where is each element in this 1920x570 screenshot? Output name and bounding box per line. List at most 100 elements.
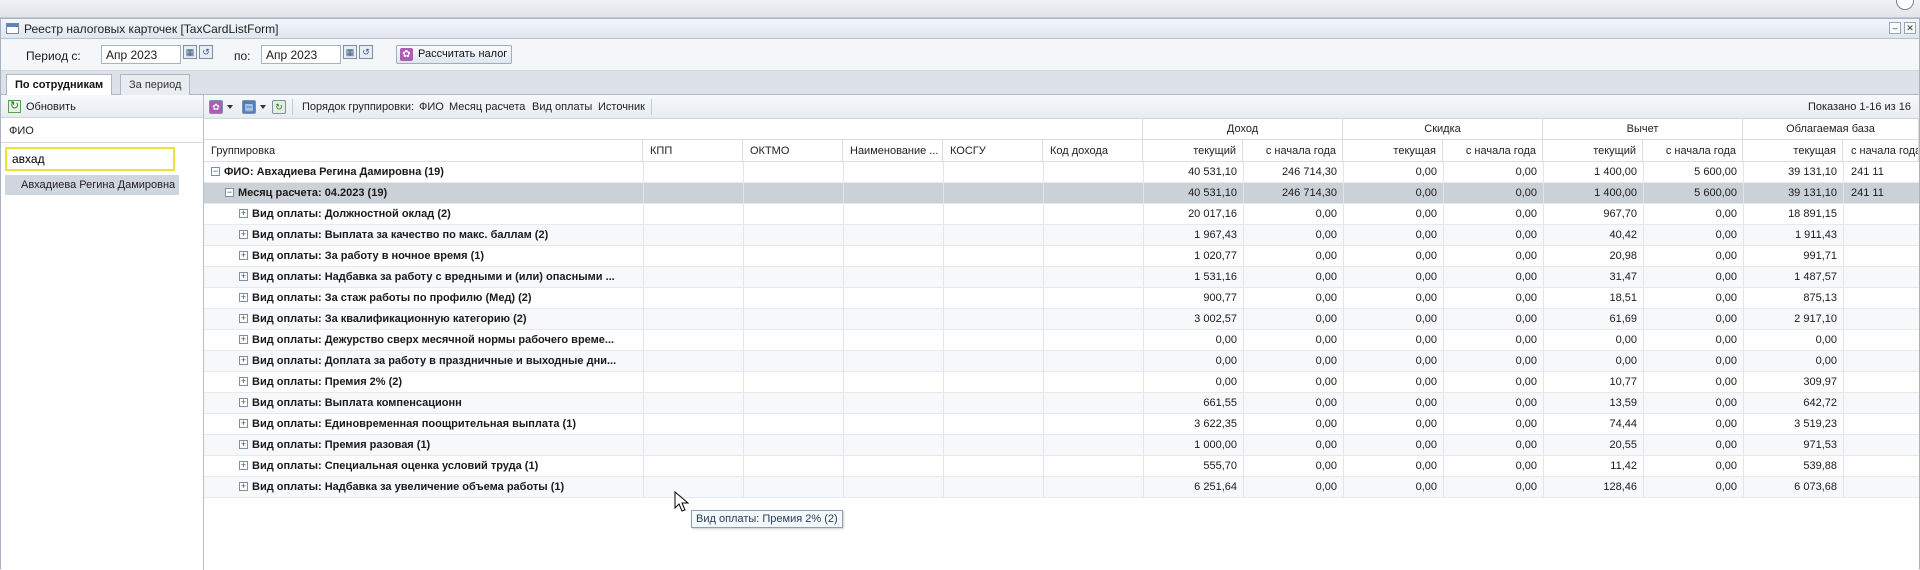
- column-divider: [1043, 162, 1044, 183]
- header-discount-current[interactable]: текущая: [1343, 140, 1443, 162]
- column-divider: [943, 225, 944, 246]
- calendar-icon[interactable]: ▦: [183, 45, 197, 59]
- column-divider: [743, 288, 744, 309]
- group-field-payment-type[interactable]: Вид оплаты: [532, 101, 592, 113]
- group-row-payment-type[interactable]: + Вид оплаты: Выплата за качество по макс…: [204, 225, 1919, 246]
- search-input[interactable]: [5, 147, 175, 171]
- expand-icon[interactable]: +: [239, 419, 248, 428]
- group-field-month[interactable]: Месяц расчета: [449, 101, 525, 113]
- header-taxable-ytd[interactable]: с начала года: [1843, 140, 1919, 162]
- column-divider: [1043, 351, 1044, 372]
- chevron-down-icon[interactable]: [227, 105, 233, 109]
- group-row-payment-type[interactable]: + Вид оплаты: Единовременная поощрительна…: [204, 414, 1919, 435]
- group-row-payment-type[interactable]: + Вид оплаты: Должностной оклад (2) 20 017…: [204, 204, 1919, 225]
- chevron-down-icon[interactable]: [260, 105, 266, 109]
- close-icon[interactable]: ✕: [1904, 22, 1916, 34]
- expand-icon[interactable]: +: [239, 440, 248, 449]
- refresh-icon[interactable]: ↻: [272, 100, 286, 114]
- header-oktmo[interactable]: ОКТМО: [743, 140, 843, 162]
- divider: [1, 142, 203, 143]
- minimize-icon[interactable]: –: [1889, 22, 1901, 34]
- group-row-payment-type[interactable]: + Вид оплаты: Премия 2% (2) 0,00 0,00 0,00 0,…: [204, 372, 1919, 393]
- value-cell: 1 020,77: [1194, 250, 1237, 262]
- column-divider: [843, 246, 844, 267]
- expand-icon[interactable]: +: [239, 251, 248, 260]
- group-field-fio[interactable]: ФИО: [419, 101, 444, 113]
- column-divider: [1043, 246, 1044, 267]
- header-name[interactable]: Наименование ...: [843, 140, 943, 162]
- column-divider: [743, 393, 744, 414]
- group-row-employee[interactable]: − ФИО: Авхадиева Регина Дамировна (19) 40 …: [204, 162, 1919, 183]
- group-row-payment-type[interactable]: + Вид оплаты: Надбавка за увеличение объе…: [204, 477, 1919, 498]
- collapse-icon[interactable]: −: [211, 167, 220, 176]
- header-discount-ytd[interactable]: с начала года: [1443, 140, 1543, 162]
- expand-icon[interactable]: +: [239, 209, 248, 218]
- group-row-payment-type[interactable]: + Вид оплаты: За стаж работы по профилю (…: [204, 288, 1919, 309]
- period-to-input[interactable]: Апр 2023: [261, 45, 341, 64]
- settings-icon[interactable]: ✿: [209, 100, 223, 114]
- header-income-ytd[interactable]: с начала года: [1243, 140, 1343, 162]
- column-divider: [843, 267, 844, 288]
- group-row-payment-type[interactable]: + Вид оплаты: Дежурство сверх месячной но…: [204, 330, 1919, 351]
- column-divider: [743, 267, 744, 288]
- help-icon[interactable]: [1896, 0, 1914, 10]
- column-divider: [1043, 456, 1044, 477]
- expand-icon[interactable]: +: [239, 356, 248, 365]
- tab-by-employees[interactable]: По сотрудникам: [6, 74, 113, 95]
- reset-date-icon[interactable]: ↺: [199, 45, 213, 59]
- expand-icon[interactable]: +: [239, 482, 248, 491]
- expand-icon[interactable]: +: [239, 293, 248, 302]
- top-strip: [0, 0, 1920, 18]
- header-deduction-ytd[interactable]: с начала года: [1643, 140, 1743, 162]
- group-row-payment-type[interactable]: + Вид оплаты: Надбавка за работу с вредны…: [204, 267, 1919, 288]
- column-divider: [1043, 330, 1044, 351]
- column-divider: [843, 162, 844, 183]
- group-row-payment-type[interactable]: + Вид оплаты: Специальная оценка условий …: [204, 456, 1919, 477]
- value-cell: 0,00: [1515, 376, 1537, 388]
- column-divider: [1843, 330, 1844, 351]
- group-row-payment-type[interactable]: + Вид оплаты: Премия разовая (1) 1 000,00 0…: [204, 435, 1919, 456]
- column-divider: [943, 246, 944, 267]
- column-divider: [843, 372, 844, 393]
- expand-icon[interactable]: +: [239, 377, 248, 386]
- header-income-current[interactable]: текущий: [1143, 140, 1243, 162]
- header-taxable-current[interactable]: текущая: [1743, 140, 1843, 162]
- tab-by-period[interactable]: За период: [120, 74, 191, 95]
- expand-icon[interactable]: +: [239, 398, 248, 407]
- header-deduction-current[interactable]: текущий: [1543, 140, 1643, 162]
- collapse-icon[interactable]: −: [225, 188, 234, 197]
- reset-date-icon[interactable]: ↺: [359, 45, 373, 59]
- value-cell: 11,42: [1610, 460, 1637, 472]
- group-row-payment-type[interactable]: + Вид оплаты: За работу в ночное время (1…: [204, 246, 1919, 267]
- refresh-button[interactable]: ↻ Обновить: [1, 95, 203, 118]
- group-row-payment-type[interactable]: + Вид оплаты: За квалификационную категор…: [204, 309, 1919, 330]
- expand-icon[interactable]: +: [239, 272, 248, 281]
- value-cell: 0,00: [1415, 418, 1437, 430]
- expand-icon[interactable]: +: [239, 314, 248, 323]
- expand-icon[interactable]: +: [239, 335, 248, 344]
- expand-icon[interactable]: +: [239, 230, 248, 239]
- calendar-icon[interactable]: ▦: [343, 45, 357, 59]
- calculate-tax-button[interactable]: ✿ Рассчитать налог: [396, 45, 513, 64]
- tooltip: Вид оплаты: Премия 2% (2): [691, 510, 843, 528]
- group-row-month[interactable]: − Месяц расчета: 04.2023 (19) 40 531,10 246…: [204, 183, 1919, 204]
- value-cell: 0,00: [1515, 481, 1537, 493]
- period-from-input[interactable]: Апр 2023: [101, 45, 181, 64]
- header-kosgu[interactable]: КОСГУ: [943, 140, 1043, 162]
- print-icon[interactable]: ▤: [242, 100, 256, 114]
- employee-list-item[interactable]: Авхадиева Регина Дамировна: [5, 175, 179, 195]
- header-kpp[interactable]: КПП: [643, 140, 743, 162]
- value-cell: 0,00: [1415, 166, 1437, 178]
- group-row-payment-type[interactable]: + Вид оплаты: Доплата за работу в праздни…: [204, 351, 1919, 372]
- column-divider: [943, 162, 944, 183]
- value-cell: 3 519,23: [1794, 418, 1837, 430]
- value-cell: 0,00: [1415, 355, 1437, 367]
- header-income-code[interactable]: Код дохода: [1043, 140, 1143, 162]
- group-row-payment-type[interactable]: + Вид оплаты: Выплата компенсационн 661,55…: [204, 393, 1919, 414]
- group-field-source[interactable]: Источник: [598, 101, 645, 113]
- header-grouping[interactable]: Группировка: [204, 140, 643, 162]
- column-divider: [1843, 435, 1844, 456]
- column-divider: [643, 477, 644, 498]
- value-cell: 0,00: [1415, 187, 1437, 199]
- expand-icon[interactable]: +: [239, 461, 248, 470]
